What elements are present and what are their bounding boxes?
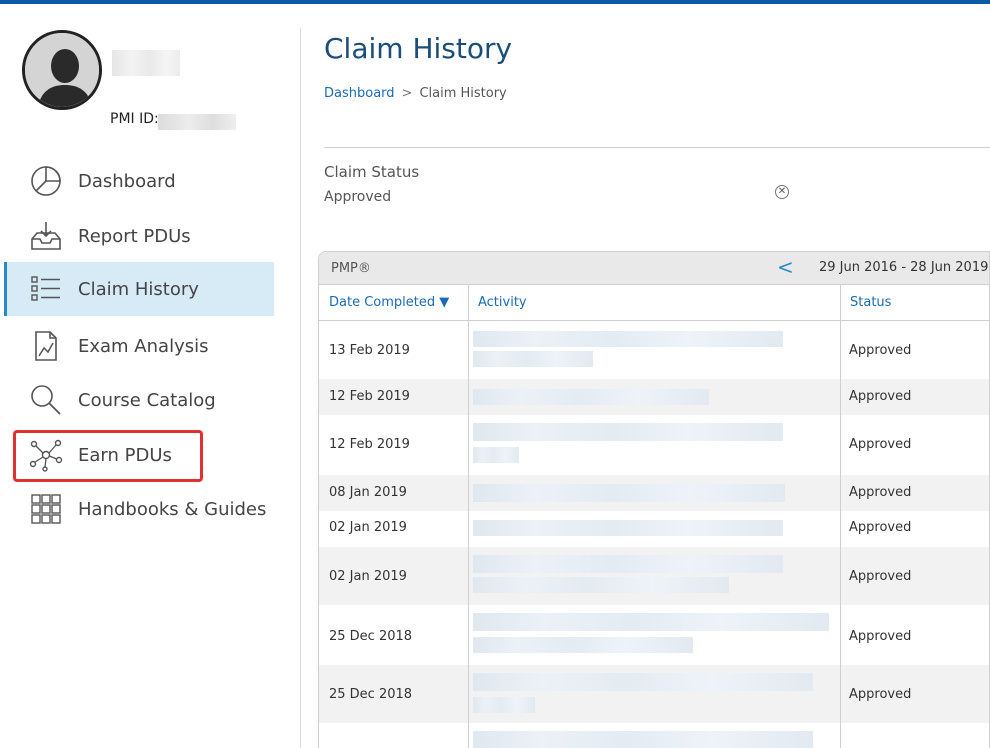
grid-icon xyxy=(26,491,66,527)
page-title: Claim History xyxy=(324,32,513,65)
claim-status-value[interactable]: Approved xyxy=(324,189,391,205)
pmi-id-redacted xyxy=(158,114,236,130)
table-row[interactable]: 25 Dec 2018 Approved xyxy=(319,605,989,665)
activity-redacted xyxy=(473,423,783,441)
table-row[interactable]: 02 Jan 2019 Approved xyxy=(319,511,989,547)
clear-filter-icon[interactable]: ✕ xyxy=(775,185,789,199)
cell-status: Approved xyxy=(849,520,912,535)
table-row[interactable]: 08 Jan 2019 Approved xyxy=(319,475,989,511)
activity-redacted xyxy=(473,351,593,367)
column-header-date-completed[interactable]: Date Completed ▼ xyxy=(329,295,449,310)
table-row[interactable]: 12 Feb 2019 Approved xyxy=(319,415,989,475)
sidebar-item-exam-analysis[interactable]: Exam Analysis xyxy=(4,319,274,373)
cell-status: Approved xyxy=(849,485,912,500)
main-content: Claim History Dashboard > Claim History … xyxy=(318,0,990,748)
breadcrumb-current: Claim History xyxy=(419,86,507,101)
claims-table: PMP® < 29 Jun 2016 - 28 Jun 2019 Date Co… xyxy=(318,251,990,748)
cell-date: 25 Dec 2018 xyxy=(329,687,413,702)
cell-date: 13 Feb 2019 xyxy=(329,343,410,358)
sidebar-item-label: Dashboard xyxy=(78,170,176,192)
pie-chart-icon xyxy=(26,163,66,199)
activity-redacted xyxy=(473,331,783,347)
sidebar-item-label: Exam Analysis xyxy=(78,335,209,357)
table-row[interactable]: 13 Feb 2019 Approved xyxy=(319,321,989,379)
table-row[interactable]: 25 Dec 2018 Approved xyxy=(319,665,989,723)
cell-status: Approved xyxy=(849,569,912,584)
activity-redacted xyxy=(473,555,783,573)
cell-date: 25 Dec 2018 xyxy=(329,629,413,644)
divider xyxy=(324,147,990,148)
activity-redacted xyxy=(473,577,729,593)
user-name-redacted xyxy=(112,50,180,76)
activity-redacted xyxy=(473,613,829,631)
cell-date: 12 Feb 2019 xyxy=(329,437,410,452)
cell-status: Approved xyxy=(849,343,912,358)
sidebar-item-dashboard[interactable]: Dashboard xyxy=(4,154,274,208)
chevron-right-icon: > xyxy=(401,86,413,101)
column-header-status[interactable]: Status xyxy=(850,295,891,310)
sidebar-divider xyxy=(300,28,301,748)
column-divider xyxy=(468,285,469,321)
sidebar: PMI ID: Dashboard Report PDUs Claim Hist… xyxy=(0,4,300,748)
table-header-row: Date Completed ▼ Activity Status xyxy=(319,285,989,321)
cycle-date-range: 29 Jun 2016 - 28 Jun 2019 xyxy=(819,260,989,275)
pmi-id-label: PMI ID: xyxy=(110,111,159,127)
cell-date: 02 Jan 2019 xyxy=(329,520,407,535)
search-icon xyxy=(26,382,66,418)
table-row[interactable]: 02 Jan 2019 Approved xyxy=(319,547,989,605)
activity-redacted xyxy=(473,731,813,748)
column-divider xyxy=(840,321,841,748)
breadcrumb-dashboard-link[interactable]: Dashboard xyxy=(324,86,395,101)
cell-date: 02 Jan 2019 xyxy=(329,569,407,584)
inbox-upload-icon xyxy=(26,218,66,254)
sidebar-item-label: Claim History xyxy=(78,278,199,300)
table-row[interactable] xyxy=(319,723,989,748)
sidebar-item-label: Course Catalog xyxy=(78,389,216,411)
activity-redacted xyxy=(473,637,693,653)
cell-status: Approved xyxy=(849,389,912,404)
sidebar-item-label: Report PDUs xyxy=(78,225,191,247)
activity-redacted xyxy=(473,673,813,691)
sidebar-item-course-catalog[interactable]: Course Catalog xyxy=(4,373,274,427)
breadcrumb: Dashboard > Claim History xyxy=(324,86,507,101)
claim-status-label: Claim Status xyxy=(324,163,420,181)
activity-redacted xyxy=(473,697,535,713)
column-divider xyxy=(468,321,469,748)
sidebar-item-handbooks-guides[interactable]: Handbooks & Guides xyxy=(4,482,274,536)
table-title-bar: PMP® < 29 Jun 2016 - 28 Jun 2019 xyxy=(319,252,989,285)
column-divider xyxy=(840,285,841,321)
previous-cycle-button[interactable]: < xyxy=(777,256,794,278)
activity-redacted xyxy=(473,520,783,536)
cell-status: Approved xyxy=(849,687,912,702)
activity-redacted xyxy=(473,389,709,405)
user-silhouette-icon xyxy=(25,33,99,107)
earn-pdus-highlight-box xyxy=(13,430,203,482)
sidebar-item-claim-history[interactable]: Claim History xyxy=(4,262,274,316)
activity-redacted xyxy=(473,484,785,502)
document-chart-icon xyxy=(26,328,66,364)
certification-name: PMP® xyxy=(331,261,371,276)
column-header-activity[interactable]: Activity xyxy=(478,295,527,310)
cell-status: Approved xyxy=(849,629,912,644)
sidebar-item-label: Handbooks & Guides xyxy=(78,498,267,520)
list-icon xyxy=(26,271,66,307)
avatar[interactable] xyxy=(22,30,102,110)
cell-date: 08 Jan 2019 xyxy=(329,485,407,500)
table-row[interactable]: 12 Feb 2019 Approved xyxy=(319,379,989,415)
activity-redacted xyxy=(473,447,519,463)
sidebar-item-report-pdus[interactable]: Report PDUs xyxy=(4,209,274,263)
cell-status: Approved xyxy=(849,437,912,452)
cell-date: 12 Feb 2019 xyxy=(329,389,410,404)
